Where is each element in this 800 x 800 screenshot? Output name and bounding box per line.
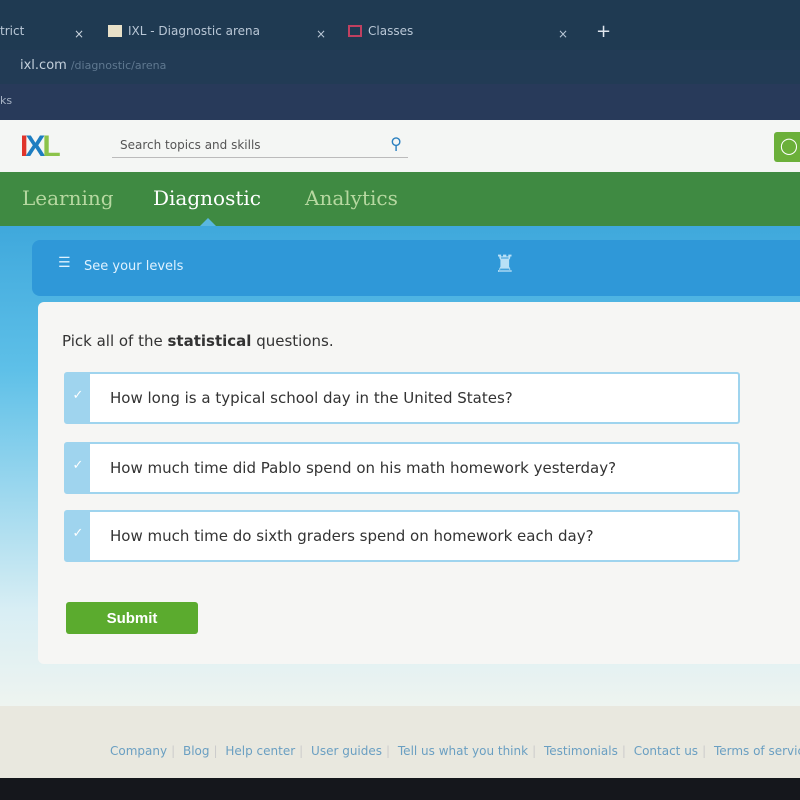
footer-link-testimonials[interactable]: Testimonials (544, 744, 618, 758)
browser-tab-ixl[interactable]: IXL - Diagnostic arena (108, 18, 260, 44)
answer-option[interactable]: ✓ How much time do sixth graders spend on… (64, 510, 740, 562)
divider: | (702, 744, 707, 758)
answer-option[interactable]: ✓ How long is a typical school day in the… (64, 372, 740, 424)
option-text: How much time do sixth graders spend on … (110, 527, 594, 545)
browser-tab-bar: trict × IXL - Diagnostic arena × Classes… (0, 0, 800, 50)
new-tab-button[interactable]: + (596, 18, 611, 44)
tab-title: trict (0, 24, 25, 38)
close-tab-icon[interactable]: × (74, 21, 84, 47)
sliders-icon: ☰ (58, 255, 71, 271)
prompt-bold: statistical (167, 332, 252, 350)
footer: Company | Blog | Help center | User guides |… (0, 706, 800, 778)
nav-diagnostic[interactable]: Diagnostic (153, 186, 261, 210)
submit-button[interactable]: Submit (66, 602, 198, 634)
divider: | (299, 744, 304, 758)
browser-tab[interactable]: trict (0, 18, 24, 44)
footer-link-user-guides[interactable]: User guides (311, 744, 382, 758)
footer-link-contact[interactable]: Contact us (634, 744, 698, 758)
ixl-favicon (108, 25, 122, 37)
close-tab-icon[interactable]: × (558, 21, 568, 47)
answer-option[interactable]: ✓ How much time did Pablo spend on his ma… (64, 442, 740, 494)
prompt-text: Pick all of the (62, 332, 168, 350)
search-icon[interactable]: ⚲ (390, 134, 402, 153)
nav-learning[interactable]: Learning (22, 186, 114, 210)
close-tab-icon[interactable]: × (316, 21, 326, 47)
ixl-logo[interactable]: IXL (20, 130, 61, 164)
see-your-levels-bar[interactable]: ☰ See your levels ♜ (32, 240, 800, 296)
castle-icon: ♜ (494, 250, 516, 278)
browser-tab-classes[interactable]: Classes (348, 18, 413, 44)
logo-letter: X (25, 130, 45, 163)
address-bar[interactable]: ixl.com/diagnostic/arena (0, 50, 800, 84)
logo-letter: L (42, 130, 60, 163)
user-icon[interactable]: ◯ (774, 132, 800, 162)
site-header: IXL Search topics and skills ⚲ ◯ (0, 120, 800, 172)
footer-link-company[interactable]: Company (110, 744, 167, 758)
option-text: How long is a typical school day in the … (110, 389, 513, 407)
divider: | (386, 744, 391, 758)
footer-link-help-center[interactable]: Help center (225, 744, 295, 758)
screen-bezel (0, 778, 800, 800)
divider: | (171, 744, 176, 758)
see-your-levels-link[interactable]: See your levels (84, 259, 183, 274)
check-icon: ✓ (66, 512, 90, 560)
search-placeholder: Search topics and skills (120, 138, 261, 152)
footer-link-blog[interactable]: Blog (183, 744, 210, 758)
check-icon: ✓ (66, 374, 90, 422)
bookmark-item[interactable]: ks (0, 94, 12, 107)
tab-title: Classes (368, 24, 414, 38)
divider: | (532, 744, 537, 758)
divider: | (621, 744, 626, 758)
footer-links: Company | Blog | Help center | User guides |… (110, 744, 800, 758)
classes-favicon (348, 25, 362, 37)
search-input[interactable]: Search topics and skills ⚲ (112, 134, 408, 158)
main-nav: Learning Diagnostic Analytics (0, 172, 800, 226)
footer-link-terms[interactable]: Terms of service (714, 744, 800, 758)
nav-analytics[interactable]: Analytics (305, 186, 398, 210)
active-nav-indicator (200, 218, 216, 226)
question-card: Pick all of the statistical questions. ✓… (38, 302, 800, 664)
address-domain: ixl.com (20, 58, 67, 73)
address-path: /diagnostic/arena (70, 59, 167, 72)
question-prompt: Pick all of the statistical questions. (62, 332, 334, 350)
tab-title: IXL - Diagnostic arena (128, 24, 260, 38)
bookmarks-bar: ks (0, 84, 800, 120)
check-icon: ✓ (66, 444, 90, 492)
divider: | (213, 744, 218, 758)
footer-link-feedback[interactable]: Tell us what you think (398, 744, 528, 758)
prompt-text: questions. (251, 332, 334, 350)
option-text: How much time did Pablo spend on his mat… (110, 459, 617, 477)
